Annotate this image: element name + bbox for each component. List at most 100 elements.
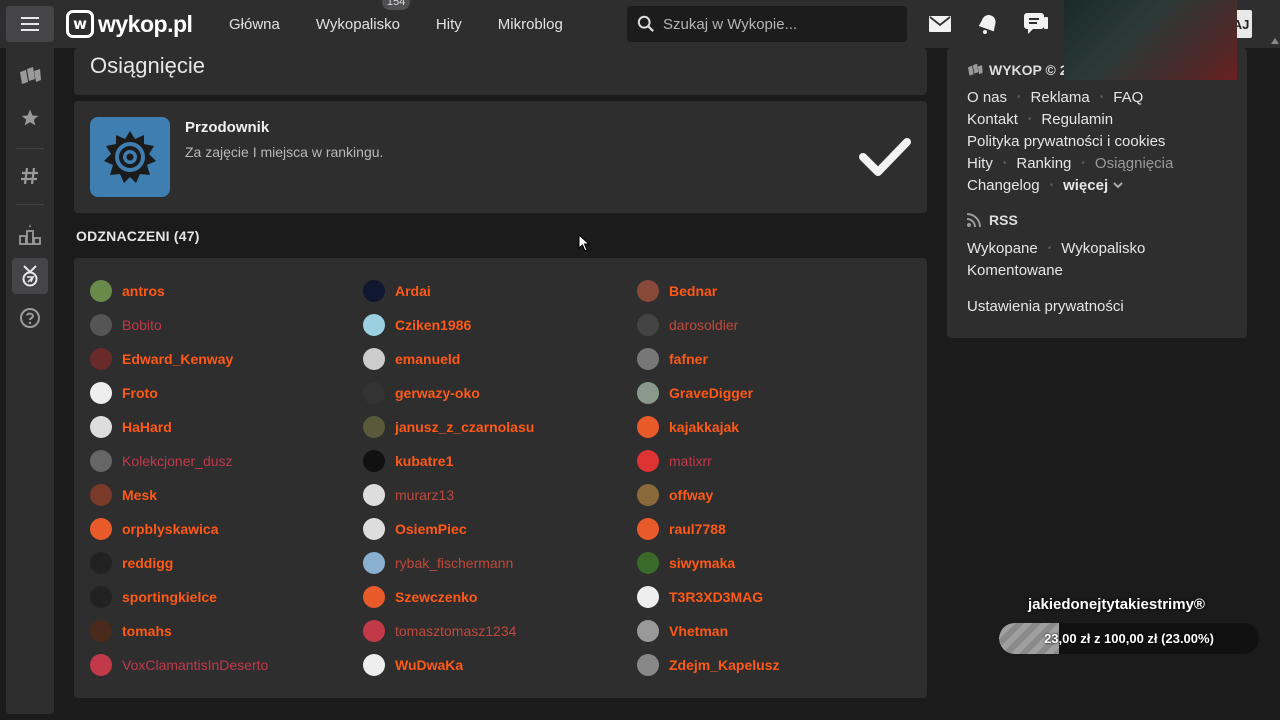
user-entry[interactable]: kajakkajak [637, 416, 739, 438]
user-name-link[interactable]: Bobito [122, 317, 162, 333]
user-entry[interactable]: OsiemPiec [363, 518, 467, 540]
rail-achievements[interactable] [12, 258, 48, 294]
user-entry[interactable]: emanueld [363, 348, 460, 370]
user-entry[interactable]: sportingkielce [90, 586, 217, 608]
user-avatar[interactable] [637, 654, 659, 676]
user-name-link[interactable]: Ardai [395, 283, 431, 299]
user-avatar[interactable] [637, 416, 659, 438]
user-name-link[interactable]: WuDwaKa [395, 657, 463, 673]
user-name-link[interactable]: kajakkajak [669, 419, 739, 435]
user-avatar[interactable] [363, 382, 385, 404]
user-name-link[interactable]: HaHard [122, 419, 172, 435]
user-entry[interactable]: fafner [637, 348, 708, 370]
footer-link[interactable]: Ranking [1016, 155, 1071, 172]
nav-hity[interactable]: Hity [436, 16, 462, 33]
user-entry[interactable]: Mesk [90, 484, 157, 506]
user-entry[interactable]: siwymaka [637, 552, 735, 574]
user-name-link[interactable]: raul7788 [669, 521, 726, 537]
footer-link[interactable]: Regulamin [1041, 111, 1113, 128]
nav-glowna[interactable]: Główna [229, 16, 280, 33]
search-box[interactable] [627, 6, 907, 42]
footer-link[interactable]: Kontakt [967, 111, 1018, 128]
rail-ranking[interactable] [12, 216, 48, 252]
user-name-link[interactable]: murarz13 [395, 487, 454, 503]
footer-link[interactable]: więcej [1063, 177, 1108, 194]
footer-link[interactable]: O nas [967, 89, 1007, 106]
user-name-link[interactable]: Zdejm_Kapelusz [669, 657, 779, 673]
user-name-link[interactable]: Froto [122, 385, 158, 401]
user-name-link[interactable]: reddigg [122, 555, 173, 571]
user-entry[interactable]: tomahs [90, 620, 172, 642]
user-avatar[interactable] [363, 654, 385, 676]
user-entry[interactable]: tomasztomasz1234 [363, 620, 516, 642]
user-entry[interactable]: antros [90, 280, 165, 302]
user-name-link[interactable]: kubatre1 [395, 453, 453, 469]
mikroblog-notifications-icon[interactable] [1024, 12, 1048, 36]
user-avatar[interactable] [90, 552, 112, 574]
user-avatar[interactable] [363, 416, 385, 438]
user-entry[interactable]: Bobito [90, 314, 162, 336]
user-name-link[interactable]: T3R3XD3MAG [669, 589, 763, 605]
user-entry[interactable]: Edward_Kenway [90, 348, 233, 370]
footer-link[interactable]: Komentowane [967, 262, 1063, 279]
user-avatar[interactable] [363, 518, 385, 540]
wykop-logo[interactable]: w wykop.pl [66, 10, 193, 38]
user-entry[interactable]: HaHard [90, 416, 172, 438]
footer-link[interactable]: Wykopalisko [1061, 240, 1145, 257]
user-avatar[interactable] [363, 484, 385, 506]
user-name-link[interactable]: janusz_z_czarnolasu [395, 419, 534, 435]
chevron-down-icon[interactable] [1112, 180, 1124, 190]
privacy-settings-link[interactable]: Ustawienia prywatności [967, 298, 1124, 315]
user-name-link[interactable]: rybak_fischermann [395, 555, 513, 571]
user-avatar[interactable] [90, 314, 112, 336]
user-name-link[interactable]: Edward_Kenway [122, 351, 233, 367]
user-avatar[interactable] [90, 280, 112, 302]
user-avatar[interactable] [637, 620, 659, 642]
user-entry[interactable]: GraveDigger [637, 382, 753, 404]
user-name-link[interactable]: GraveDigger [669, 385, 753, 401]
user-name-link[interactable]: antros [122, 283, 165, 299]
user-avatar[interactable] [90, 416, 112, 438]
footer-link[interactable]: Reklama [1031, 89, 1090, 106]
user-name-link[interactable]: fafner [669, 351, 708, 367]
user-avatar[interactable] [90, 586, 112, 608]
user-avatar[interactable] [363, 314, 385, 336]
user-avatar[interactable] [637, 314, 659, 336]
footer-link[interactable]: Hity [967, 155, 993, 172]
user-avatar[interactable] [363, 552, 385, 574]
user-avatar[interactable] [637, 484, 659, 506]
user-entry[interactable]: T3R3XD3MAG [637, 586, 763, 608]
user-avatar[interactable] [363, 280, 385, 302]
user-avatar[interactable] [637, 586, 659, 608]
user-name-link[interactable]: tomasztomasz1234 [395, 623, 516, 639]
user-entry[interactable]: WuDwaKa [363, 654, 463, 676]
user-name-link[interactable]: siwymaka [669, 555, 735, 571]
user-entry[interactable]: rybak_fischermann [363, 552, 513, 574]
user-entry[interactable]: Kolekcjoner_dusz [90, 450, 233, 472]
user-name-link[interactable]: Kolekcjoner_dusz [122, 453, 233, 469]
footer-link[interactable]: FAQ [1113, 89, 1143, 106]
footer-link[interactable]: Changelog [967, 177, 1040, 194]
user-name-link[interactable]: VoxClamantisInDeserto [122, 657, 268, 673]
rail-tags[interactable] [12, 158, 48, 194]
user-entry[interactable]: darosoldier [637, 314, 738, 336]
footer-link[interactable]: Polityka prywatności i cookies [967, 133, 1165, 150]
user-name-link[interactable]: Cziken1986 [395, 317, 471, 333]
nav-wykopalisko[interactable]: Wykopalisko 154 [316, 0, 411, 33]
user-avatar[interactable] [363, 586, 385, 608]
user-name-link[interactable]: OsiemPiec [395, 521, 467, 537]
user-entry[interactable]: VoxClamantisInDeserto [90, 654, 268, 676]
user-avatar[interactable] [90, 348, 112, 370]
user-entry[interactable]: Vhetman [637, 620, 728, 642]
user-avatar[interactable] [90, 620, 112, 642]
user-entry[interactable]: gerwazy-oko [363, 382, 480, 404]
user-entry[interactable]: janusz_z_czarnolasu [363, 416, 534, 438]
nav-mikroblog[interactable]: Mikroblog [498, 16, 563, 33]
user-entry[interactable]: kubatre1 [363, 450, 453, 472]
user-avatar[interactable] [363, 450, 385, 472]
search-input[interactable] [663, 15, 883, 33]
user-avatar[interactable] [637, 450, 659, 472]
user-entry[interactable]: Ardai [363, 280, 431, 302]
user-name-link[interactable]: sportingkielce [122, 589, 217, 605]
user-name-link[interactable]: Vhetman [669, 623, 728, 639]
